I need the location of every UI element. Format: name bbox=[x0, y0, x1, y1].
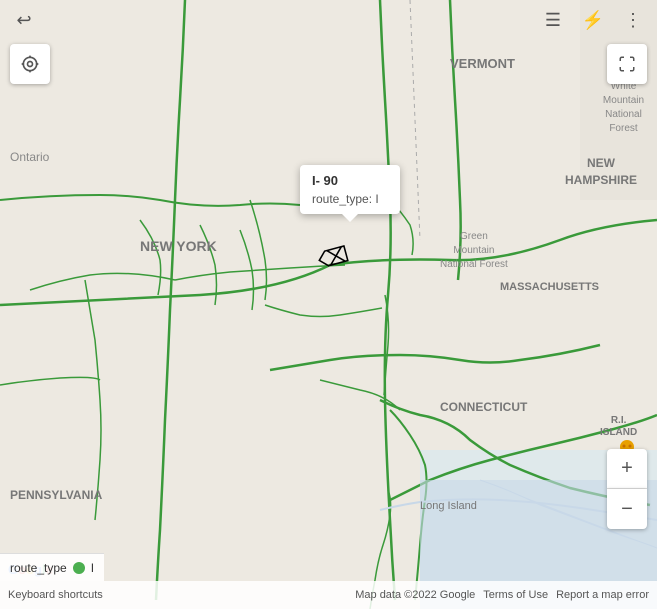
bottom-left: Keyboard shortcuts bbox=[8, 589, 103, 601]
legend-color-dot bbox=[73, 562, 85, 574]
legend-label: route_type bbox=[10, 561, 67, 575]
toolbar-right: ☰ ⚡ ⋮ bbox=[537, 4, 649, 36]
bottom-bar: Keyboard shortcuts Map data ©2022 Google… bbox=[0, 581, 657, 609]
undo-button[interactable]: ↩ bbox=[8, 4, 40, 36]
zoom-in-button[interactable]: + bbox=[607, 449, 647, 489]
vermont-label: VERMONT bbox=[450, 55, 515, 73]
filter-button[interactable]: ☰ bbox=[537, 4, 569, 36]
long-island-label: Long Island bbox=[420, 500, 477, 512]
legend-bar: route_type I bbox=[0, 553, 104, 581]
zoom-controls: + − bbox=[607, 449, 647, 529]
report-link[interactable]: Report a map error bbox=[556, 589, 649, 601]
map-background bbox=[0, 0, 657, 609]
map-container[interactable]: VERMONT White Mountain National Forest N… bbox=[0, 0, 657, 609]
white-mountain-label: White Mountain National Forest bbox=[590, 80, 657, 136]
bottom-right: Map data ©2022 Google Terms of Use Repor… bbox=[355, 589, 649, 601]
new-york-label: NEW YORK bbox=[140, 238, 217, 254]
terms-link[interactable]: Terms of Use bbox=[483, 589, 548, 601]
keyboard-shortcuts-link[interactable]: Keyboard shortcuts bbox=[8, 589, 103, 601]
massachusetts-label: MASSACHUSETTS bbox=[500, 280, 599, 295]
green-mountain-label: GreenMountainNational Forest bbox=[440, 230, 508, 272]
top-toolbar: ↩ ☰ ⚡ ⋮ bbox=[0, 0, 657, 40]
pennsylvania-label: PENNSYLVANIA bbox=[10, 488, 102, 502]
popup-title: I- 90 bbox=[312, 173, 388, 188]
zoom-out-button[interactable]: − bbox=[607, 489, 647, 529]
flash-button[interactable]: ⚡ bbox=[577, 4, 609, 36]
fullscreen-button[interactable] bbox=[607, 44, 647, 84]
connecticut-label: CONNECTICUT bbox=[440, 400, 527, 414]
popup-detail: route_type: I bbox=[312, 192, 388, 206]
toolbar-left: ↩ bbox=[8, 4, 40, 36]
map-popup: I- 90 route_type: I bbox=[300, 165, 400, 214]
locate-button[interactable] bbox=[10, 44, 50, 84]
ontario-label: Ontario bbox=[10, 150, 49, 164]
rhode-island-label: R.I.ISLAND bbox=[600, 415, 637, 439]
legend-value: I bbox=[91, 561, 94, 575]
new-hampshire-label: NEWHAMPSHIRE bbox=[565, 155, 637, 189]
map-data-label: Map data ©2022 Google bbox=[355, 589, 475, 601]
more-button[interactable]: ⋮ bbox=[617, 4, 649, 36]
